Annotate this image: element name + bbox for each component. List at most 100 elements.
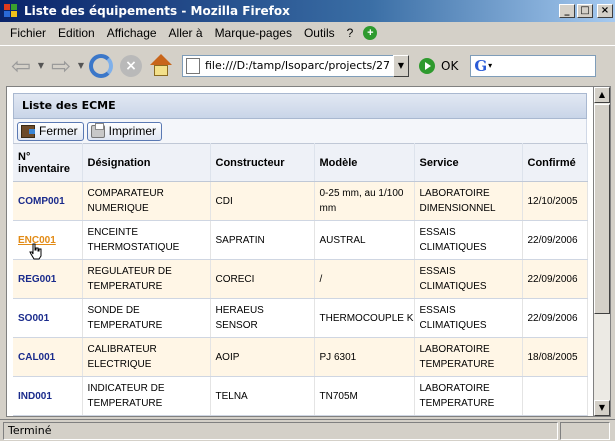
forward-history-dropdown[interactable]: ▼ bbox=[76, 61, 86, 70]
confirmed-cell: 22/09/2006 bbox=[522, 220, 588, 260]
go-icon[interactable] bbox=[419, 57, 435, 74]
search-engine-dropdown-icon[interactable]: ▾ bbox=[488, 61, 492, 70]
maker-cell: AOIP bbox=[210, 337, 315, 377]
maker-cell: SAPRATIN bbox=[210, 220, 315, 260]
menu-affichage[interactable]: Affichage bbox=[101, 26, 163, 40]
designation-cell: CALIBRATEUR ELECTRIQUE bbox=[82, 337, 211, 377]
model-cell: AUSTRAL bbox=[314, 220, 415, 260]
minimize-button[interactable]: _ bbox=[559, 4, 575, 18]
model-cell: THERMOCOUPLE K bbox=[314, 298, 415, 338]
home-icon bbox=[149, 53, 173, 78]
go-button[interactable]: OK bbox=[441, 59, 458, 73]
table-row: REG001 REGULATEUR DE TEMPERATURE CORECI … bbox=[13, 259, 588, 299]
menu-marque-pages[interactable]: Marque-pages bbox=[209, 26, 298, 40]
column-header[interactable]: Service bbox=[414, 143, 523, 182]
table-row: COMP001 COMPARATEUR NUMERIQUE CDI 0-25 m… bbox=[13, 181, 588, 221]
confirmed-cell: 22/09/2006 bbox=[522, 298, 588, 338]
exit-door-icon bbox=[21, 124, 35, 138]
maker-cell: CORECI bbox=[210, 259, 315, 299]
confirmed-cell: 18/08/2005 bbox=[522, 337, 588, 377]
column-header[interactable]: Confirmé bbox=[522, 143, 588, 182]
designation-cell: ENCEINTE THERMOSTATIQUE bbox=[82, 220, 211, 260]
designation-cell: COMPARATEUR NUMERIQUE bbox=[82, 181, 211, 221]
imprimer-label: Imprimer bbox=[108, 124, 157, 138]
table-row: ENC001 ENCEINTE THERMOSTATIQUE SAPRATIN … bbox=[13, 220, 588, 260]
service-cell: ESSAIS CLIMATIQUES bbox=[414, 298, 523, 338]
menu-fichier[interactable]: Fichier bbox=[4, 26, 52, 40]
home-button[interactable] bbox=[146, 51, 176, 81]
menu-aller[interactable]: Aller à bbox=[163, 26, 209, 40]
fermer-button[interactable]: Fermer bbox=[17, 121, 84, 141]
url-text: file:///D:/tamp/Isoparc/projects/27 bbox=[205, 59, 390, 72]
model-cell: / bbox=[314, 259, 415, 299]
column-header[interactable]: N° inventaire bbox=[13, 143, 83, 182]
column-header[interactable]: Constructeur bbox=[210, 143, 315, 182]
table-header-row: N° inventaire Désignation Constructeur M… bbox=[13, 143, 588, 182]
model-cell: PJ 6301 bbox=[314, 337, 415, 377]
firefox-icon bbox=[3, 3, 19, 19]
inventory-link[interactable]: IND001 bbox=[13, 376, 83, 416]
scroll-up-button[interactable]: ▲ bbox=[594, 87, 610, 103]
designation-cell: INDICATEUR DE TEMPERATURE bbox=[82, 376, 211, 416]
reload-icon bbox=[89, 53, 113, 78]
confirmed-cell: 12/10/2005 bbox=[522, 181, 588, 221]
forward-arrow-icon: ⇨ bbox=[50, 51, 72, 80]
inventory-link[interactable]: SO001 bbox=[13, 298, 83, 338]
column-header[interactable]: Modèle bbox=[314, 143, 415, 182]
imprimer-button[interactable]: Imprimer bbox=[86, 121, 163, 141]
service-cell: LABORATOIRE TEMPERATURE bbox=[414, 337, 523, 377]
stop-button[interactable]: × bbox=[116, 51, 146, 81]
menu-outils[interactable]: Outils bbox=[298, 26, 341, 40]
designation-cell: REGULATEUR DE TEMPERATURE bbox=[82, 259, 211, 299]
table-row: IND001 INDICATEUR DE TEMPERATURE TELNA T… bbox=[13, 376, 588, 416]
panel-title: Liste des ECME bbox=[13, 93, 587, 119]
add-icon[interactable]: + bbox=[363, 26, 378, 40]
maker-cell: HERAEUS SENSOR bbox=[210, 298, 315, 338]
url-history-dropdown[interactable]: ▼ bbox=[393, 54, 409, 77]
fermer-label: Fermer bbox=[39, 124, 78, 138]
status-panel bbox=[560, 421, 610, 440]
page-icon bbox=[186, 57, 200, 74]
page-toolbar: Fermer Imprimer bbox=[13, 119, 587, 143]
url-field[interactable]: file:///D:/tamp/Isoparc/projects/27 bbox=[182, 54, 394, 77]
maker-cell: CDI bbox=[210, 181, 315, 221]
table-row: SO001 SONDE DE TEMPERATURE HERAEUS SENSO… bbox=[13, 298, 588, 338]
equipment-table: N° inventaire Désignation Constructeur M… bbox=[13, 143, 588, 416]
printer-icon bbox=[90, 122, 105, 138]
status-text: Terminé bbox=[3, 421, 558, 440]
close-window-button[interactable]: × bbox=[597, 4, 613, 18]
model-cell: 0-25 mm, au 1/100 mm bbox=[314, 181, 415, 221]
title-bar: Liste des équipements - Mozilla Firefox … bbox=[0, 0, 615, 22]
scrollbar-thumb[interactable] bbox=[594, 104, 610, 314]
menu-edition[interactable]: Edition bbox=[52, 26, 101, 40]
reload-button[interactable] bbox=[86, 51, 116, 81]
menu-help[interactable]: ? bbox=[341, 26, 360, 40]
designation-cell: SONDE DE TEMPERATURE bbox=[82, 298, 211, 338]
inventory-link[interactable]: CAL001 bbox=[13, 337, 83, 377]
google-icon[interactable]: G bbox=[474, 57, 487, 75]
inventory-link[interactable]: ENC001 bbox=[13, 220, 83, 260]
service-cell: ESSAIS CLIMATIQUES bbox=[414, 259, 523, 299]
service-cell: LABORATOIRE TEMPERATURE bbox=[414, 376, 523, 416]
scroll-down-button[interactable]: ▼ bbox=[594, 400, 610, 416]
inventory-link[interactable]: REG001 bbox=[13, 259, 83, 299]
maker-cell: TELNA bbox=[210, 376, 315, 416]
back-history-dropdown[interactable]: ▼ bbox=[36, 61, 46, 70]
navigation-toolbar: ⇦ ▼ ⇨ ▼ × file:///D:/tamp/Isoparc/projec… bbox=[0, 45, 615, 85]
confirmed-cell: 22/09/2006 bbox=[522, 259, 588, 299]
back-button[interactable]: ⇦ bbox=[6, 51, 36, 81]
status-bar: Terminé bbox=[0, 419, 615, 441]
hand-cursor-icon bbox=[29, 243, 42, 260]
model-cell: TN705M bbox=[314, 376, 415, 416]
forward-button[interactable]: ⇨ bbox=[46, 51, 76, 81]
column-header[interactable]: Désignation bbox=[82, 143, 211, 182]
confirmed-cell bbox=[522, 376, 588, 416]
search-input[interactable]: G ▾ bbox=[470, 54, 597, 77]
menu-bar: Fichier Edition Affichage Aller à Marque… bbox=[0, 22, 615, 44]
stop-icon: × bbox=[120, 54, 142, 77]
vertical-scrollbar[interactable]: ▲ ▼ bbox=[594, 86, 611, 417]
service-cell: ESSAIS CLIMATIQUES bbox=[414, 220, 523, 260]
back-arrow-icon: ⇦ bbox=[10, 51, 32, 80]
maximize-button[interactable]: □ bbox=[577, 4, 593, 18]
inventory-link[interactable]: COMP001 bbox=[13, 181, 83, 221]
